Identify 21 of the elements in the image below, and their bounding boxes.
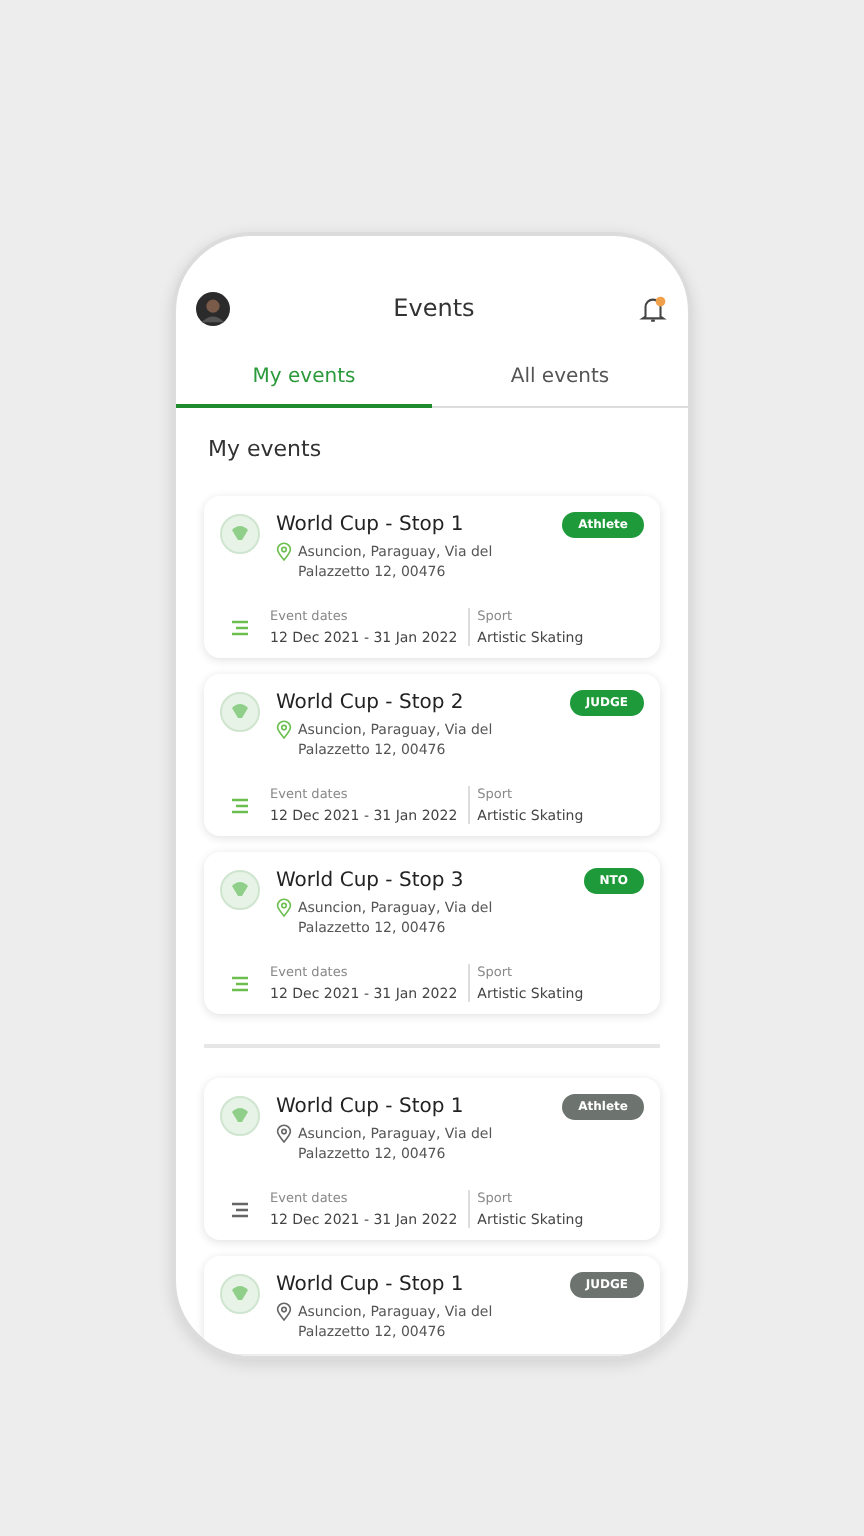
tab[interactable]: All events [432,354,688,408]
event-title: World Cup - Stop 2 [276,690,466,716]
location-pin-icon [276,720,292,740]
event-title: World Cup - Stop 1 [276,1094,466,1120]
sport-icon [220,1096,260,1136]
bell-icon[interactable] [637,293,668,323]
location-pin-icon [276,542,292,562]
tab[interactable]: My events [176,354,432,408]
screen-title: Events [393,294,475,322]
location-pin-icon [276,1124,292,1144]
sport-icon [220,514,260,554]
sport-icon [220,1274,260,1314]
event-title: World Cup - Stop 1 [276,512,466,538]
event-title: World Cup - Stop 1 [276,1272,466,1298]
sport-icon [220,870,260,910]
location-pin-icon [276,898,292,918]
sport-icon [220,692,260,732]
event-title: World Cup - Stop 3 [276,868,466,894]
section-title: My events [208,436,324,462]
avatar-icon[interactable] [196,291,230,325]
location-pin-icon [276,1302,292,1322]
